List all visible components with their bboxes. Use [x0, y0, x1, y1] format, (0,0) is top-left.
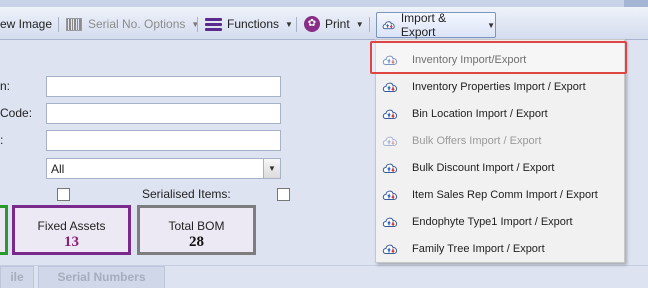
top-strip	[0, 0, 648, 7]
menu-item-label: Inventory Properties Import / Export	[412, 80, 586, 93]
cloud-transfer-icon	[382, 163, 397, 173]
toolbar-separator	[197, 17, 198, 32]
menu-item-label: Item Sales Rep Comm Import / Export	[412, 188, 598, 201]
toolbar: ew Image Serial No. Options ▼ Functions …	[0, 7, 648, 40]
code-field[interactable]	[46, 103, 281, 124]
fixed-assets-tile[interactable]: Fixed Assets 13	[12, 205, 131, 255]
toolbar-separator	[58, 17, 59, 32]
checkbox-1[interactable]	[57, 188, 70, 201]
cloud-transfer-icon	[382, 244, 397, 254]
serial-options-label: Serial No. Options	[88, 17, 186, 31]
print-button[interactable]: ✿ Print ▼	[304, 14, 364, 34]
toolbar-separator	[296, 17, 297, 32]
view-image-label: ew Image	[0, 17, 53, 31]
menu-item-label: Family Tree Import / Export	[412, 242, 545, 255]
text-field[interactable]	[46, 130, 281, 151]
cloud-transfer-icon	[382, 136, 397, 146]
serialised-items-checkbox[interactable]	[277, 188, 290, 201]
tab-serial-numbers[interactable]: Serial Numbers	[38, 266, 165, 288]
print-icon: ✿	[304, 16, 320, 32]
chevron-down-icon: ▼	[191, 19, 200, 29]
filter-select[interactable]: All ▼	[46, 158, 281, 179]
toolbar-separator	[369, 17, 370, 32]
field-label-3: :	[0, 133, 4, 147]
menu-item-label: Endophyte Type1 Import / Export	[412, 215, 573, 228]
functions-label: Functions	[227, 17, 280, 31]
menu-item-bulk-discount[interactable]: Bulk Discount Import / Export	[377, 154, 624, 181]
chevron-down-icon: ▼	[285, 19, 293, 29]
serial-options-button[interactable]: Serial No. Options ▼	[66, 14, 199, 34]
total-bom-tile[interactable]: Total BOM 28	[137, 205, 256, 255]
cloud-transfer-icon	[382, 190, 397, 200]
menu-item-label: Bulk Discount Import / Export	[412, 161, 555, 174]
import-export-label: Import & Export	[400, 11, 447, 39]
functions-button[interactable]: Functions ▼	[205, 14, 293, 34]
print-label: Print	[325, 17, 350, 31]
cloud-transfer-icon	[382, 217, 397, 227]
import-export-button[interactable]: Import & Export ▼	[376, 11, 496, 39]
tab-partial[interactable]: ile	[0, 266, 34, 288]
field-label-name: n:	[0, 79, 11, 93]
chevron-down-icon[interactable]: ▼	[263, 159, 280, 178]
serialised-items-label: Serialised Items:	[142, 187, 231, 201]
summary-tile-partial[interactable]	[0, 205, 8, 255]
cloud-transfer-icon	[382, 109, 397, 119]
tile-title: Fixed Assets	[37, 219, 106, 233]
tile-title: Total BOM	[168, 219, 225, 233]
functions-icon	[205, 17, 222, 31]
menu-item-inventory-properties[interactable]: Inventory Properties Import / Export	[377, 73, 624, 100]
menu-item-label: Bin Location Import / Export	[412, 107, 548, 120]
chevron-down-icon: ▼	[487, 20, 495, 30]
chevron-down-icon: ▼	[355, 19, 364, 29]
cloud-transfer-icon	[382, 21, 395, 30]
menu-item-bulk-offers: Bulk Offers Import / Export	[377, 127, 624, 154]
menu-item-family-tree[interactable]: Family Tree Import / Export	[377, 235, 624, 262]
menu-item-bin-location[interactable]: Bin Location Import / Export	[377, 100, 624, 127]
name-field[interactable]	[46, 76, 281, 97]
field-label-code: Code:	[0, 106, 33, 120]
tile-value: 28	[189, 234, 204, 250]
top-strip-tab[interactable]	[624, 0, 648, 7]
tile-value: 13	[64, 234, 79, 250]
menu-item-endophyte-type1[interactable]: Endophyte Type1 Import / Export	[377, 208, 624, 235]
cloud-transfer-icon	[382, 82, 397, 92]
menu-item-sales-rep-comm[interactable]: Item Sales Rep Comm Import / Export	[377, 181, 624, 208]
select-value: All	[51, 161, 65, 176]
barcode-icon	[66, 17, 82, 31]
menu-item-label: Bulk Offers Import / Export	[412, 134, 542, 147]
menu-highlight-box	[370, 41, 627, 74]
view-image-button[interactable]: ew Image	[0, 14, 52, 34]
